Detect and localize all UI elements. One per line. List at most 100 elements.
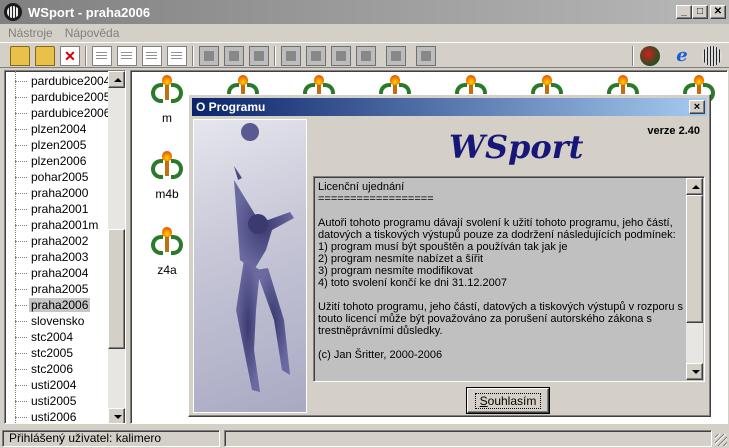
internet-explorer-icon[interactable]: e: [672, 46, 692, 66]
scroll-up-button[interactable]: [686, 178, 703, 195]
open-folder-icon[interactable]: [10, 46, 30, 66]
tree-connector: [15, 71, 16, 423]
maximize-button[interactable]: □: [692, 5, 708, 19]
tree-connector: [15, 417, 27, 418]
competition-trophy-icon[interactable]: [149, 227, 185, 259]
toolbar: ✕ e: [0, 42, 729, 68]
title-bar: WSport - praha2006 _ □ ✕: [0, 0, 729, 24]
tree-connector: [15, 353, 27, 354]
license-text: Licenční ujednání ================== Aut…: [318, 181, 684, 361]
tree-item-label: plzen2005: [31, 138, 87, 152]
tree-item-label: praha2006: [29, 298, 91, 312]
document-chart-icon[interactable]: [142, 46, 162, 66]
tree-connector: [15, 161, 27, 162]
tree-connector: [15, 401, 27, 402]
competition-trophy-icon[interactable]: [149, 75, 185, 107]
tree-item-label: praha2001m: [31, 218, 99, 232]
help-icon[interactable]: [386, 46, 406, 66]
toolbar-separator: [274, 46, 276, 66]
list-icon[interactable]: [306, 46, 326, 66]
folder-icon[interactable]: [35, 46, 55, 66]
tree-item-label: pardubice2005: [31, 90, 111, 104]
license-textarea[interactable]: Licenční ujednání ================== Aut…: [313, 176, 705, 382]
competition-label[interactable]: m4b: [147, 187, 187, 201]
menu-napoveda[interactable]: Nápověda: [65, 26, 120, 40]
tree-connector: [15, 241, 27, 242]
competition-tree[interactable]: pardubice2004 pardubice2005 pardubice2006 p…: [4, 70, 126, 424]
about-dialog: O Programu × verze 2.40 WSport Licenční …: [188, 94, 711, 417]
tree-item-label: stc2004: [31, 330, 74, 344]
window-title: WSport - praha2006: [28, 4, 151, 20]
scroll-down-button[interactable]: [108, 408, 125, 423]
tree-item-label: pardubice2004: [31, 74, 111, 88]
toolbar-separator: [632, 46, 634, 66]
dialog-close-button[interactable]: ×: [689, 100, 705, 114]
agree-label: Souhlasím: [474, 392, 542, 409]
document-copy-icon[interactable]: [167, 46, 187, 66]
grid-icon[interactable]: [281, 46, 301, 66]
tree-item-label: slovensko: [31, 314, 85, 328]
tree-item-label: pardubice2006: [31, 106, 111, 120]
tree-connector: [15, 385, 27, 386]
tree-connector: [15, 129, 27, 130]
minimize-button[interactable]: _: [676, 5, 692, 19]
tree-connector: [15, 273, 27, 274]
tree-connector: [15, 193, 27, 194]
status-user: Přihlášený uživatel: kalimero: [2, 430, 220, 447]
tree-connector: [15, 321, 27, 322]
scroll-down-button[interactable]: [686, 363, 703, 380]
document-icon[interactable]: [92, 46, 112, 66]
menu-nastroje[interactable]: Nástroje: [8, 26, 53, 40]
tree-connector: [15, 97, 27, 98]
tree-item-label: usti2006: [31, 410, 77, 424]
license-scrollbar[interactable]: [686, 178, 703, 380]
scroll-thumb[interactable]: [686, 195, 703, 323]
tree-item-label: praha2000: [31, 186, 89, 200]
scroll-up-button[interactable]: [108, 71, 125, 88]
agree-button[interactable]: Souhlasím: [466, 387, 550, 414]
print-icon[interactable]: [249, 46, 269, 66]
tree-item-label: praha2004: [31, 266, 89, 280]
shield-globe-icon[interactable]: [640, 46, 660, 66]
tree-item-label: praha2002: [31, 234, 89, 248]
wsport-globe-icon[interactable]: [702, 46, 722, 66]
tree-item-label: praha2005: [31, 282, 89, 296]
tree-item-label: pohar2005: [31, 170, 89, 184]
close-button[interactable]: ✕: [710, 5, 726, 19]
tree-connector: [15, 369, 27, 370]
monitor-icon[interactable]: [356, 46, 376, 66]
tree-item-label: plzen2004: [31, 122, 87, 136]
competition-label[interactable]: z4a: [147, 263, 187, 277]
status-panel: [224, 430, 712, 447]
tree-item-label: stc2006: [31, 362, 74, 376]
status-bar: Přihlášený uživatel: kalimero: [0, 428, 729, 448]
tree-connector: [15, 337, 27, 338]
menu-bar: Nástroje Nápověda: [0, 24, 729, 42]
document-lines-icon[interactable]: [117, 46, 137, 66]
wsport-app-icon[interactable]: [4, 3, 22, 21]
tree-connector: [15, 289, 27, 290]
tree-item-label: plzen2006: [31, 154, 87, 168]
athlete-silhouette: [234, 123, 294, 392]
tree-item-label: stc2005: [31, 346, 74, 360]
scroll-thumb[interactable]: [108, 229, 125, 349]
toolbar-separator: [192, 46, 194, 66]
tree-connector: [15, 209, 27, 210]
competition-label[interactable]: m: [147, 111, 187, 125]
tree-connector: [15, 257, 27, 258]
document-edit-icon[interactable]: [224, 46, 244, 66]
tree-item-label: praha2001: [31, 202, 89, 216]
tree-connector: [15, 113, 27, 114]
tree-connector: [15, 305, 27, 306]
app-name-logo: WSport: [449, 128, 584, 166]
window-icon[interactable]: [416, 46, 436, 66]
version-label: verze 2.40: [647, 125, 700, 137]
competition-trophy-icon[interactable]: [149, 151, 185, 183]
tree-item-label: praha2003: [31, 250, 89, 264]
resize-grip[interactable]: [715, 434, 727, 446]
table-icon[interactable]: [331, 46, 351, 66]
tree-scrollbar[interactable]: [108, 71, 125, 423]
edit-icon[interactable]: [199, 46, 219, 66]
delete-icon[interactable]: ✕: [60, 46, 80, 66]
tree-connector: [15, 81, 27, 82]
